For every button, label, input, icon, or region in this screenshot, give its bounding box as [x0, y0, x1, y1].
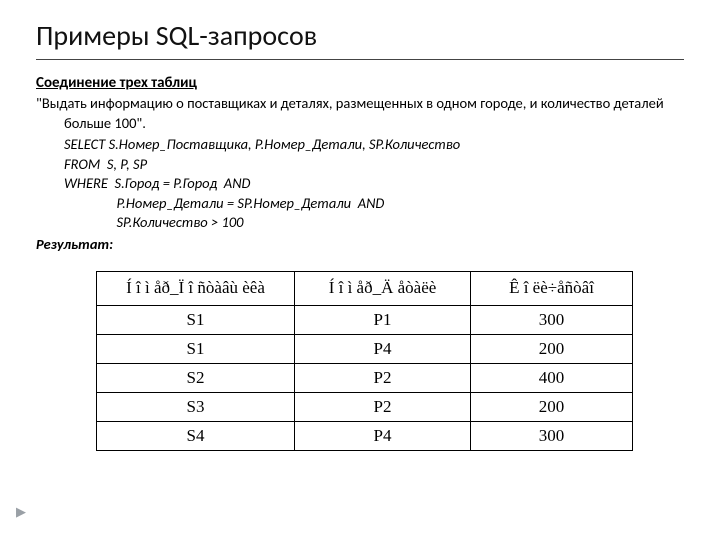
page-title: Примеры SQL-запросов [36, 18, 684, 60]
slide-marker-icon: ▶ [16, 505, 26, 520]
table-header-cell: Í î ì åð_Ï î ñòàâù èêà [97, 271, 295, 305]
sql-line-where-3: SP.Количество > 100 [36, 213, 684, 233]
table-row: S1 P1 300 [97, 305, 633, 334]
table-cell: S4 [97, 421, 295, 450]
table-cell: 200 [471, 334, 633, 363]
sql-line-where-2: P.Номер_Детали = SP.Номер_Детали AND [36, 194, 684, 214]
table-cell: P4 [295, 421, 471, 450]
table-cell: S2 [97, 363, 295, 392]
table-cell: P2 [295, 392, 471, 421]
table-cell: S1 [97, 305, 295, 334]
sql-line-where-1: WHERE S.Город = P.Город AND [36, 174, 684, 194]
table-cell: 300 [471, 421, 633, 450]
table-cell: P1 [295, 305, 471, 334]
table-cell: 400 [471, 363, 633, 392]
result-table: Í î ì åð_Ï î ñòàâù èêà Í î ì åð_Ä åòàëè … [96, 271, 633, 451]
table-header-row: Í î ì åð_Ï î ñòàâù èêà Í î ì åð_Ä åòàëè … [97, 271, 633, 305]
table-row: S3 P2 200 [97, 392, 633, 421]
table-row: S1 P4 200 [97, 334, 633, 363]
table-header-cell: Ê î ëè÷åñòâî [471, 271, 633, 305]
result-table-wrap: Í î ì åð_Ï î ñòàâù èêà Í î ì åð_Ä åòàëè … [96, 271, 684, 451]
section-subtitle: Соединение трех таблиц [36, 74, 684, 92]
result-label: Результат: [36, 235, 684, 253]
sql-line-select: SELECT S.Номер_Поставщика, P.Номер_Детал… [36, 135, 684, 155]
sql-line-from: FROM S, P, SP [36, 155, 684, 175]
table-cell: 200 [471, 392, 633, 421]
table-cell: 300 [471, 305, 633, 334]
query-description: "Выдать информацию о поставщиках и детал… [64, 94, 684, 133]
table-cell: S3 [97, 392, 295, 421]
table-row: S4 P4 300 [97, 421, 633, 450]
table-cell: P2 [295, 363, 471, 392]
table-cell: P4 [295, 334, 471, 363]
table-header-cell: Í î ì åð_Ä åòàëè [295, 271, 471, 305]
table-cell: S1 [97, 334, 295, 363]
table-row: S2 P2 400 [97, 363, 633, 392]
